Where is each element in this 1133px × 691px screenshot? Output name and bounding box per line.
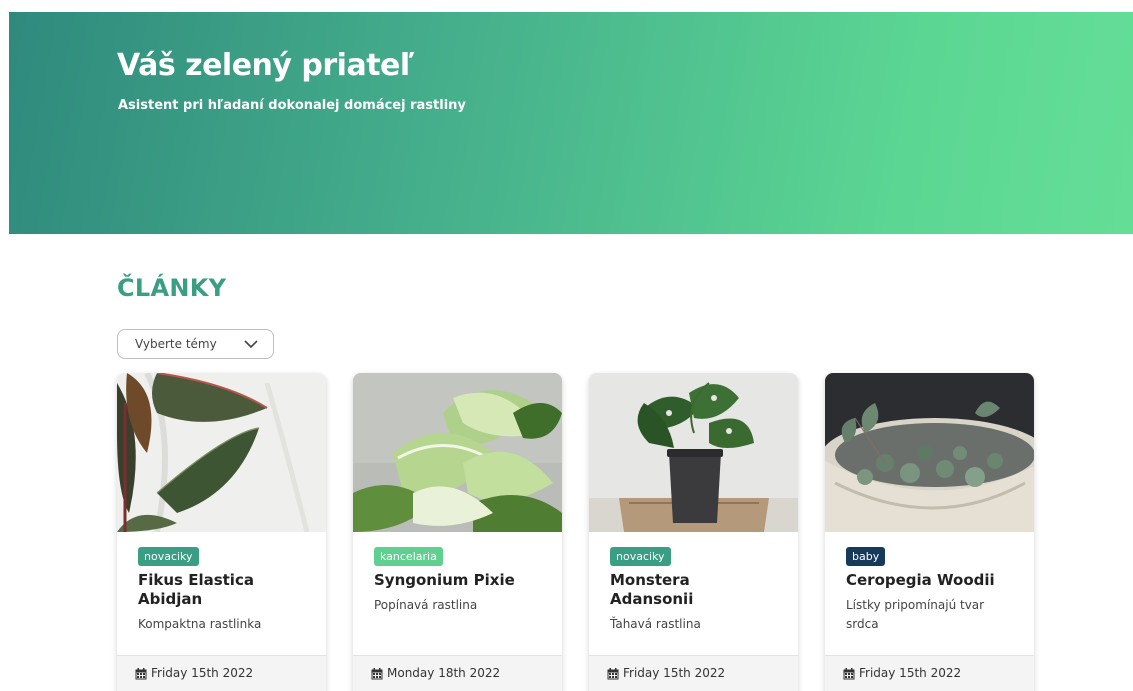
tag-badge[interactable]: kancelaria: [374, 547, 443, 566]
article-card[interactable]: novaciky Monstera Adansonii Ťahavá rastl…: [589, 373, 798, 691]
card-date: Monday 18th 2022: [387, 666, 501, 680]
ceropegia-image: [825, 373, 1034, 532]
card-date: Friday 15th 2022: [623, 666, 726, 680]
card-date: Friday 15th 2022: [151, 666, 254, 680]
card-description: Ťahavá rastlina: [610, 617, 701, 631]
hero-subtitle: Asistent pri hľadaní dokonalej domácej r…: [118, 98, 466, 113]
calendar-icon: [135, 668, 147, 680]
card-footer: Friday 15th 2022: [589, 655, 798, 691]
card-footer: Friday 15th 2022: [825, 655, 1034, 691]
card-description: Popínavá rastlina: [374, 598, 478, 612]
topic-select[interactable]: Vyberte témy: [117, 329, 274, 359]
article-card[interactable]: baby Ceropegia Woodii Lístky pripomínajú…: [825, 373, 1034, 691]
rubber-plant-image: [117, 373, 326, 532]
tag-badge[interactable]: baby: [846, 547, 886, 566]
card-footer: Friday 15th 2022: [117, 655, 326, 691]
card-title[interactable]: Monstera Adansonii: [610, 571, 777, 609]
card-title[interactable]: Ceropegia Woodii: [846, 571, 1013, 590]
hero-banner: Váš zelený priateľ Asistent pri hľadaní …: [9, 12, 1133, 234]
card-title[interactable]: Syngonium Pixie: [374, 571, 541, 590]
hero-title: Váš zelený priateľ: [117, 48, 414, 83]
topic-select-label: Vyberte témy: [135, 337, 217, 351]
card-footer: Monday 18th 2022: [353, 655, 562, 691]
article-card[interactable]: kancelaria Syngonium Pixie Popínavá rast…: [353, 373, 562, 691]
tag-badge[interactable]: novaciky: [138, 547, 199, 566]
article-card[interactable]: novaciky Fikus Elastica Abidjan Kompaktn…: [117, 373, 326, 691]
card-description: Kompaktna rastlinka: [138, 617, 262, 631]
section-title: ČLÁNKY: [117, 274, 227, 302]
tag-badge[interactable]: novaciky: [610, 547, 671, 566]
card-title[interactable]: Fikus Elastica Abidjan: [138, 571, 305, 609]
calendar-icon: [607, 668, 619, 680]
chevron-down-icon: [244, 340, 258, 349]
card-date: Friday 15th 2022: [859, 666, 962, 680]
syngonium-image: [353, 373, 562, 532]
monstera-image: [589, 373, 798, 532]
calendar-icon: [843, 668, 855, 680]
card-description: Lístky pripomínajú tvar srdca: [846, 598, 985, 631]
calendar-icon: [371, 668, 383, 680]
